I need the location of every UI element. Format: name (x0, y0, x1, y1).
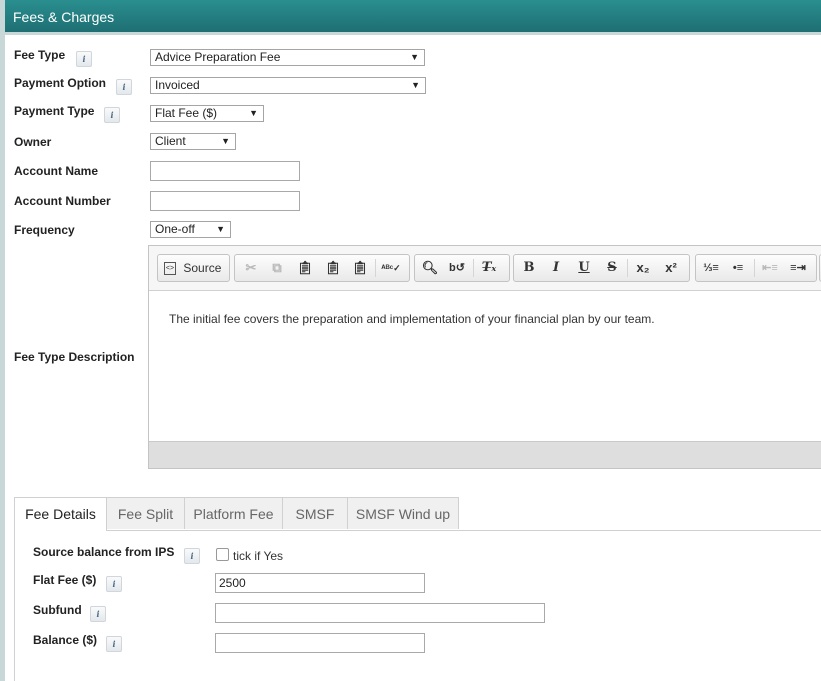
italic-icon[interactable]: I (546, 259, 566, 277)
bulleted-list-icon[interactable]: •≡ (728, 259, 748, 277)
fee-type-select[interactable]: Advice Preparation Fee ▼ (150, 49, 425, 66)
fee-tabs: Fee Details Fee Split Platform Fee SMSF … (14, 497, 821, 531)
payment-type-select[interactable]: Flat Fee ($) ▼ (150, 105, 264, 122)
dropdown-arrow-icon: ▼ (249, 108, 258, 118)
paste-word-icon[interactable]: 📋︎ (350, 259, 370, 277)
cut-icon[interactable]: ✂ (241, 259, 261, 277)
toolbar-group-source: <> Source (157, 254, 230, 282)
checkbox-label: tick if Yes (233, 549, 284, 563)
rich-text-editor: <> Source ✂ ⧉ 📋︎ 📋︎ 📋︎ ᴬᴮᶜ✓ 🔍︎ b↺ T̶ₓ B … (148, 245, 821, 469)
payment-type-label: Payment Type (14, 104, 95, 118)
editor-text: The initial fee covers the preparation a… (169, 312, 655, 326)
balance-input[interactable] (215, 633, 425, 653)
owner-select[interactable]: Client ▼ (150, 133, 236, 150)
source-button[interactable]: <> Source (164, 259, 221, 277)
remove-format-icon[interactable]: T̶ₓ (479, 259, 499, 277)
bold-icon[interactable]: B (519, 259, 539, 277)
fee-type-description-label: Fee Type Description (14, 350, 135, 364)
strikethrough-icon[interactable]: S (602, 259, 622, 277)
tab-smsf[interactable]: SMSF (282, 497, 348, 529)
section-title: Fees & Charges (13, 9, 115, 25)
account-number-input[interactable] (150, 191, 300, 211)
dropdown-arrow-icon: ▼ (221, 136, 230, 146)
dropdown-arrow-icon: ▼ (411, 80, 420, 90)
source-icon: <> (164, 262, 176, 276)
tab-fee-details[interactable]: Fee Details (14, 497, 107, 531)
account-number-label: Account Number (14, 194, 111, 208)
paste-text-icon[interactable]: 📋︎ (323, 259, 343, 277)
left-border (0, 0, 5, 681)
payment-option-label: Payment Option (14, 76, 107, 90)
info-icon[interactable]: i (104, 107, 120, 123)
info-icon[interactable]: i (106, 636, 122, 652)
info-icon[interactable]: i (184, 548, 200, 564)
frequency-label: Frequency (14, 223, 75, 237)
underline-icon[interactable]: U (574, 259, 594, 277)
info-icon[interactable]: i (76, 51, 92, 67)
numbered-list-icon[interactable]: ⅓≡ (701, 259, 721, 277)
source-balance-checkbox[interactable] (216, 548, 229, 561)
info-icon[interactable]: i (116, 79, 132, 95)
tab-smsf-wind-up[interactable]: SMSF Wind up (347, 497, 459, 529)
flat-fee-label: Flat Fee ($) (33, 573, 97, 587)
outdent-icon[interactable]: ⇤≡ (760, 259, 780, 277)
balance-label: Balance ($) (33, 633, 98, 647)
account-name-input[interactable] (150, 161, 300, 181)
flat-fee-input[interactable]: 2500 (215, 573, 425, 593)
spellcheck-icon[interactable]: ᴬᴮᶜ✓ (381, 259, 401, 277)
toolbar-group-find: 🔍︎ b↺ T̶ₓ (414, 254, 510, 282)
toolbar-group-clipboard: ✂ ⧉ 📋︎ 📋︎ 📋︎ ᴬᴮᶜ✓ (234, 254, 410, 282)
info-icon[interactable]: i (106, 576, 122, 592)
find-icon[interactable]: 🔍︎ (420, 259, 440, 277)
owner-label: Owner (14, 135, 52, 149)
editor-content-area[interactable]: The initial fee covers the preparation a… (149, 291, 821, 441)
source-balance-label: Source balance from IPS (33, 545, 175, 559)
editor-toolbar: <> Source ✂ ⧉ 📋︎ 📋︎ 📋︎ ᴬᴮᶜ✓ 🔍︎ b↺ T̶ₓ B … (149, 246, 821, 291)
section-header: Fees & Charges (5, 0, 821, 35)
toolbar-group-lists: ⅓≡ •≡ ⇤≡ ≡⇥ (695, 254, 817, 282)
superscript-icon[interactable]: x² (661, 259, 681, 277)
subfund-input[interactable] (215, 603, 545, 623)
payment-option-select[interactable]: Invoiced ▼ (150, 77, 426, 94)
info-icon[interactable]: i (90, 606, 106, 622)
dropdown-arrow-icon: ▼ (410, 52, 419, 62)
copy-icon[interactable]: ⧉ (267, 259, 287, 277)
paste-icon[interactable]: 📋︎ (295, 259, 315, 277)
account-name-label: Account Name (14, 164, 99, 178)
tab-platform-fee[interactable]: Platform Fee (184, 497, 283, 529)
fee-type-label: Fee Type (14, 48, 66, 62)
replace-icon[interactable]: b↺ (447, 259, 467, 277)
dropdown-arrow-icon: ▼ (216, 224, 225, 234)
editor-footer (149, 441, 821, 468)
tab-fee-split[interactable]: Fee Split (106, 497, 185, 529)
toolbar-group-styles: B I U S x₂ x² (513, 254, 690, 282)
frequency-select[interactable]: One-off ▼ (150, 221, 231, 238)
indent-icon[interactable]: ≡⇥ (788, 259, 808, 277)
subscript-icon[interactable]: x₂ (633, 259, 653, 277)
subfund-label: Subfund (33, 603, 82, 617)
